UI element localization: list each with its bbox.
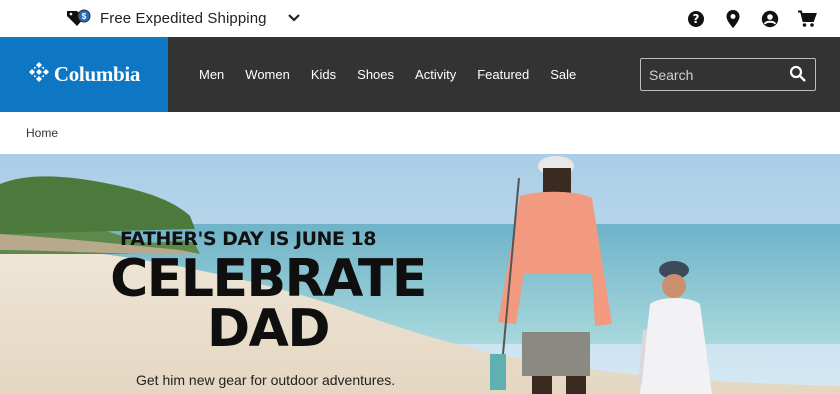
nav-item-featured[interactable]: Featured (476, 67, 530, 82)
breadcrumb: Home (0, 112, 840, 154)
nav-item-shoes[interactable]: Shoes (356, 67, 395, 82)
shipping-tag-icon: $ (66, 8, 92, 28)
nav-item-men[interactable]: Men (198, 67, 225, 82)
hero-subtext: Get him new gear for outdoor adventures. (136, 372, 396, 388)
search-input[interactable] (641, 59, 781, 90)
brand-name: Columbia (53, 62, 141, 86)
nav-item-sale[interactable]: Sale (549, 67, 577, 82)
main-navigation: Columbia Men Women Kids Shoes Activity F… (0, 37, 840, 112)
nav-links: Men Women Kids Shoes Activity Featured S… (198, 37, 596, 112)
svg-text:?: ? (693, 12, 700, 26)
hero-headline-line2: DAD (206, 299, 331, 359)
nav-item-women[interactable]: Women (244, 67, 291, 82)
cart-icon[interactable] (796, 8, 818, 30)
shipping-promo[interactable]: $ Free Expedited Shipping (66, 7, 301, 29)
search-icon[interactable] (789, 65, 807, 83)
hero-headline-line1: CELEBRATE (110, 249, 427, 309)
nav-item-kids[interactable]: Kids (310, 67, 337, 82)
hero-banner[interactable]: FATHER'S DAY IS JUNE 18 CELEBRATE DAD Ge… (0, 154, 840, 394)
columbia-diamond-icon (28, 61, 50, 88)
location-icon[interactable] (722, 8, 744, 30)
hero-headline: CELEBRATE DAD (104, 249, 432, 359)
nav-item-activity[interactable]: Activity (414, 67, 457, 82)
breadcrumb-home[interactable]: Home (26, 126, 58, 140)
svg-text:$: $ (82, 12, 87, 21)
help-icon[interactable]: ? (685, 8, 707, 30)
utility-bar: $ Free Expedited Shipping ? (0, 0, 840, 37)
account-icon[interactable] (759, 8, 781, 30)
chevron-down-icon[interactable] (287, 11, 301, 25)
hero-eyebrow: FATHER'S DAY IS JUNE 18 (120, 228, 376, 250)
search-box (640, 58, 816, 91)
brand-logo[interactable]: Columbia (0, 37, 168, 112)
shipping-text: Free Expedited Shipping (100, 9, 267, 27)
